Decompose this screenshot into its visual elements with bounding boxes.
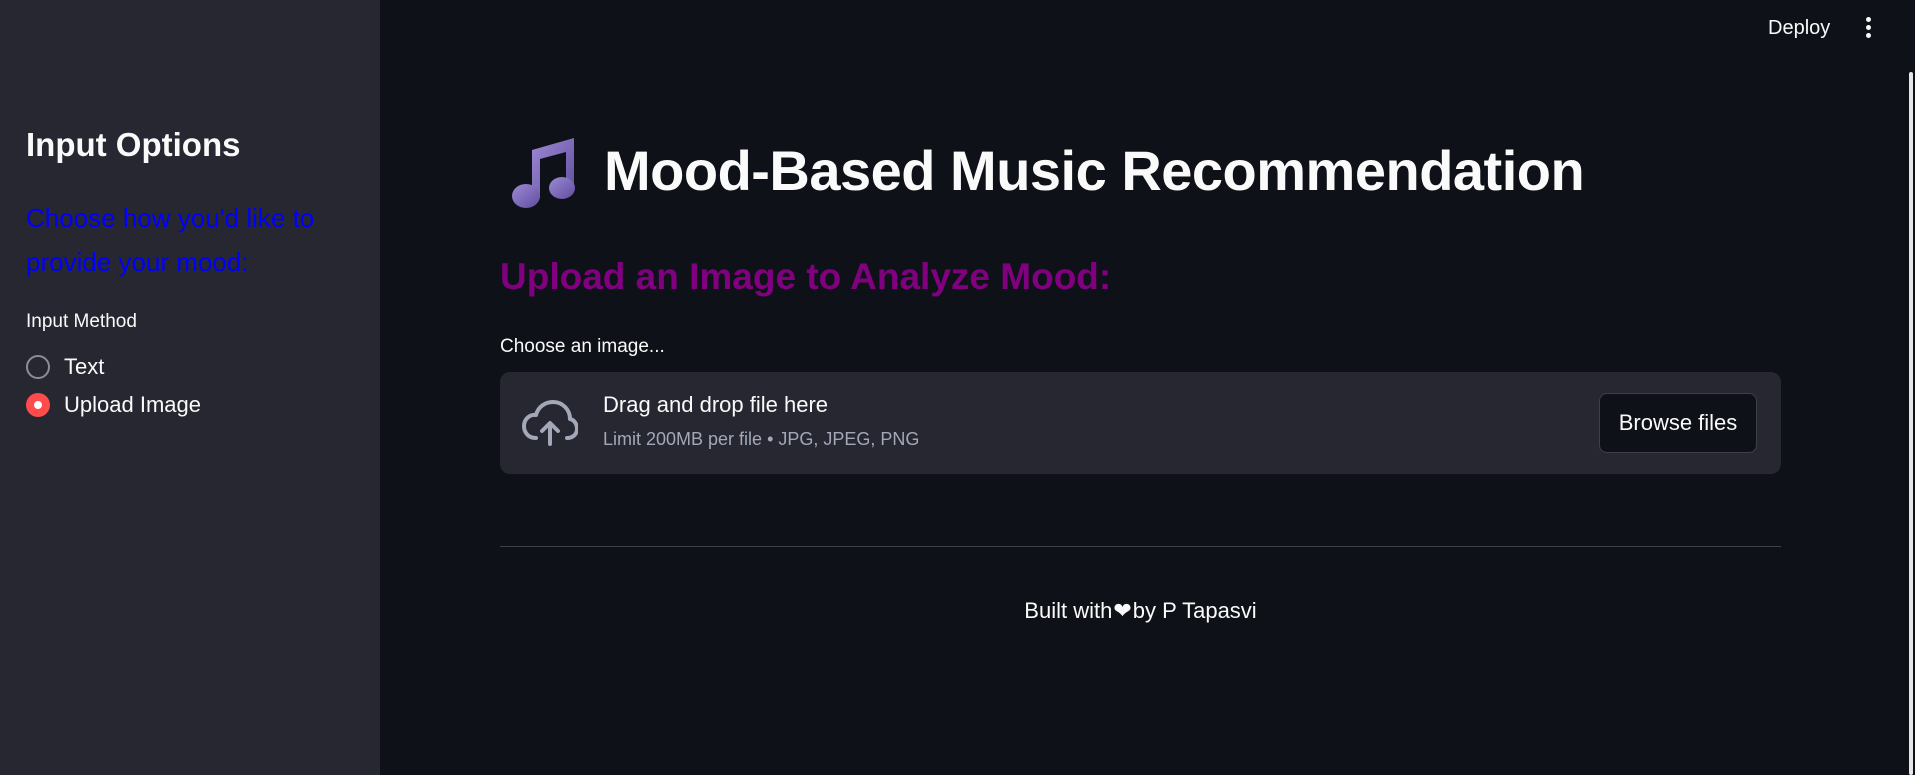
cloud-upload-icon — [522, 400, 578, 446]
uploader-label: Choose an image... — [500, 336, 665, 357]
radio-option-upload-image[interactable]: Upload Image — [26, 390, 201, 420]
dropzone-title: Drag and drop file here — [603, 392, 829, 417]
page-title: Mood-Based Music Recommendation — [604, 139, 1585, 202]
section-heading: Upload an Image to Analyze Mood: — [500, 256, 1112, 297]
app-root: Input Options Choose how you'd like to p… — [0, 0, 1915, 775]
music-note-icon — [512, 138, 575, 208]
scrollbar[interactable] — [1909, 72, 1913, 775]
footer: Built with❤by P Tapasvi — [500, 598, 1781, 624]
kebab-menu-icon[interactable] — [1858, 14, 1878, 42]
dropzone-limit-text: Limit 200MB per file • JPG, JPEG, PNG — [603, 429, 920, 449]
divider — [500, 546, 1781, 547]
heart-icon: ❤ — [1113, 598, 1132, 623]
browse-files-button[interactable]: Browse files — [1599, 393, 1757, 453]
sidebar-subtitle: Choose how you'd like to provide your mo… — [26, 203, 315, 277]
radio-label-upload-image: Upload Image — [64, 392, 201, 417]
sidebar: Input Options Choose how you'd like to p… — [0, 0, 380, 775]
file-dropzone[interactable]: Drag and drop file here Limit 200MB per … — [500, 372, 1781, 474]
radio-unchecked-icon[interactable] — [26, 355, 50, 379]
sidebar-title: Input Options — [26, 126, 241, 163]
footer-suffix: by P Tapasvi — [1132, 598, 1257, 623]
radio-option-text[interactable]: Text — [26, 352, 104, 382]
footer-prefix: Built with — [1024, 598, 1113, 623]
deploy-button[interactable]: Deploy — [1768, 14, 1830, 42]
input-method-label: Input Method — [26, 311, 137, 332]
radio-checked-icon[interactable] — [26, 393, 50, 417]
radio-label-text: Text — [64, 354, 105, 379]
